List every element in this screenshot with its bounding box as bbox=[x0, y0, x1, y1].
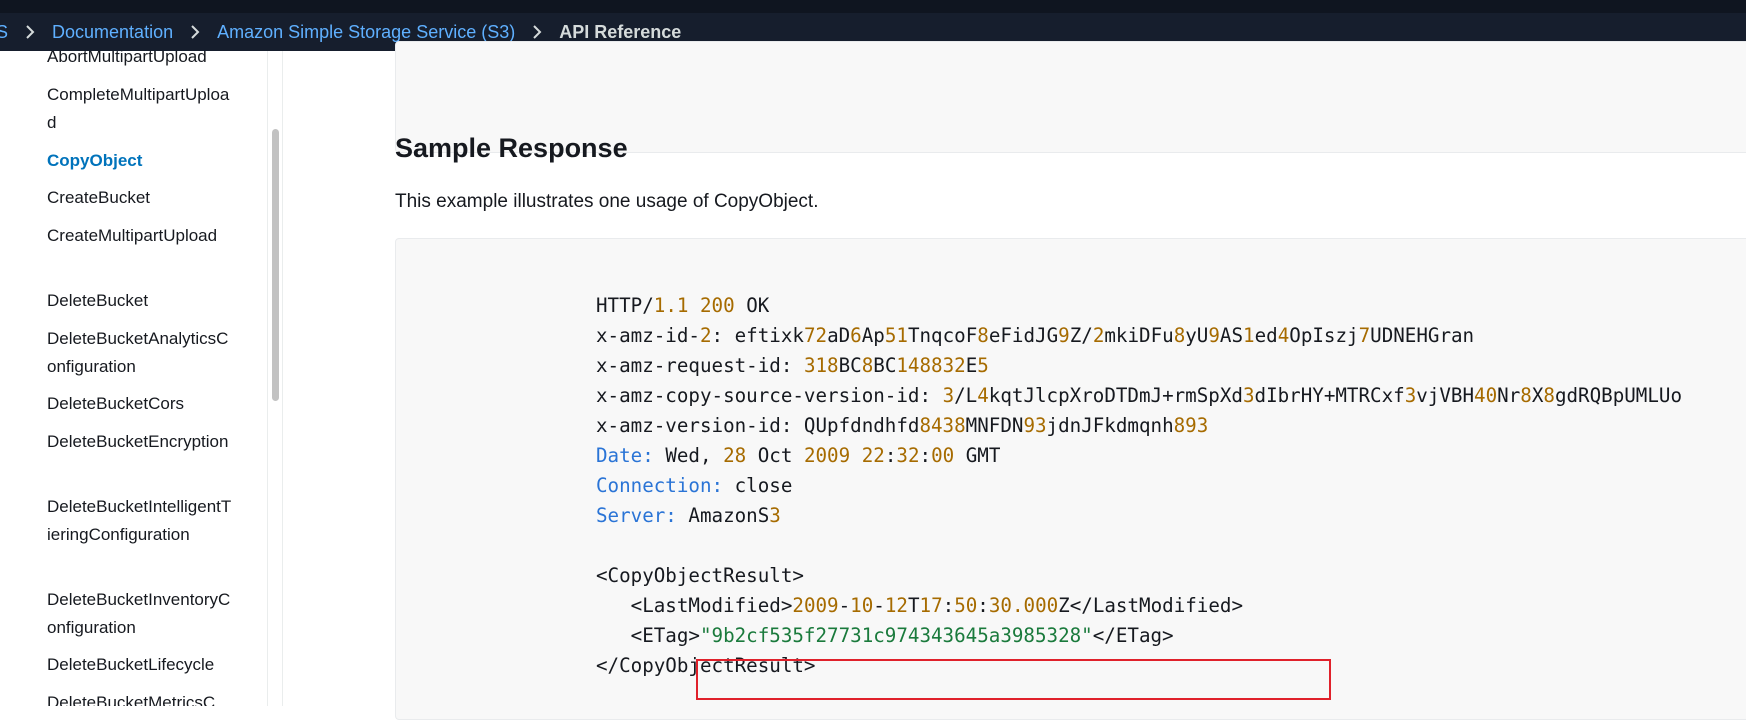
sidebar-item-completemultipartupload[interactable]: CompleteMultipartUpload bbox=[47, 81, 232, 137]
top-strip bbox=[0, 0, 1746, 13]
code-line-server: Server: AmazonS3 bbox=[596, 504, 781, 527]
section-description: This example illustrates one usage of Co… bbox=[395, 191, 819, 212]
sidebar-item-deletebucketcors[interactable]: DeleteBucketCors bbox=[47, 390, 232, 418]
code-content: HTTP/1.1 200 OK x-amz-id-2: eftixk72aD6A… bbox=[596, 291, 1682, 681]
breadcrumb-item-documentation[interactable]: Documentation bbox=[52, 22, 173, 43]
sidebar-item-copyobject[interactable]: CopyObject bbox=[47, 147, 232, 175]
sidebar-item-abortmultipartupload[interactable]: AbortMultipartUpload bbox=[47, 51, 232, 71]
sidebar-scrollbar[interactable] bbox=[267, 51, 283, 706]
sidebar-item-deletebucket[interactable]: DeleteBucket bbox=[47, 287, 232, 315]
sidebar-item-deletebucketinventoryconfiguration[interactable]: DeleteBucketInventoryConfiguration bbox=[47, 586, 232, 642]
etag-highlight-box bbox=[696, 659, 1331, 700]
sidebar-navigation: AbortMultipartUpload CompleteMultipartUp… bbox=[0, 51, 269, 706]
code-line-request-id: x-amz-request-id: 318BC8BC148832E5 bbox=[596, 354, 989, 377]
main-content: Sample Response This example illustrates… bbox=[282, 41, 1746, 720]
chevron-right-icon bbox=[187, 24, 203, 40]
sidebar-item-createbucket[interactable]: CreateBucket bbox=[47, 184, 232, 212]
code-line-result-open: <CopyObjectResult> bbox=[596, 564, 804, 587]
code-line-amz-id-2: x-amz-id-2: eftixk72aD6Ap51TnqcoF8eFidJG… bbox=[596, 324, 1475, 347]
sidebar-scrollbar-thumb[interactable] bbox=[272, 129, 279, 401]
code-line-connection: Connection: close bbox=[596, 474, 793, 497]
sidebar-item-deletebucketlifecycle[interactable]: DeleteBucketLifecycle bbox=[47, 651, 232, 679]
section-title: Sample Response bbox=[395, 133, 628, 163]
sidebar-item-createmultipartupload[interactable]: CreateMultipartUpload bbox=[47, 222, 232, 250]
sidebar-item-deletebucketintelligenttieringconfiguration[interactable]: DeleteBucketIntelligentTieringConfigurat… bbox=[47, 493, 232, 549]
code-line-copy-source-version-id: x-amz-copy-source-version-id: 3/L4kqtJlc… bbox=[596, 384, 1683, 407]
sidebar-item-deletebucketmetricsconfiguration[interactable]: DeleteBucketMetricsC bbox=[47, 689, 232, 706]
sample-response-code-block: HTTP/1.1 200 OK x-amz-id-2: eftixk72aD6A… bbox=[395, 238, 1746, 720]
chevron-right-icon bbox=[22, 24, 38, 40]
code-line-last-modified: <LastModified>2009-10-12T17:50:30.000Z</… bbox=[596, 594, 1244, 617]
breadcrumb-current-page: API Reference bbox=[559, 21, 682, 42]
sidebar-item-deletebucketencryption[interactable]: DeleteBucketEncryption bbox=[47, 428, 232, 456]
chevron-right-icon bbox=[529, 24, 545, 40]
sidebar-item-deletebucketanalyticsconfiguration[interactable]: DeleteBucketAnalyticsConfiguration bbox=[47, 325, 232, 381]
code-line-http-status: HTTP/1.1 200 OK bbox=[596, 294, 770, 317]
code-line-date: Date: Wed, 28 Oct 2009 22:32:00 GMT bbox=[596, 444, 1001, 467]
code-line-etag: <ETag>"9b2cf535f27731c974343645a3985328"… bbox=[596, 624, 1174, 647]
code-line-version-id: x-amz-version-id: QUpfdndhfd8438MNFDN93j… bbox=[596, 414, 1209, 437]
breadcrumb-item-aws[interactable]: S bbox=[0, 22, 8, 43]
breadcrumb-item-s3[interactable]: Amazon Simple Storage Service (S3) bbox=[217, 22, 515, 43]
